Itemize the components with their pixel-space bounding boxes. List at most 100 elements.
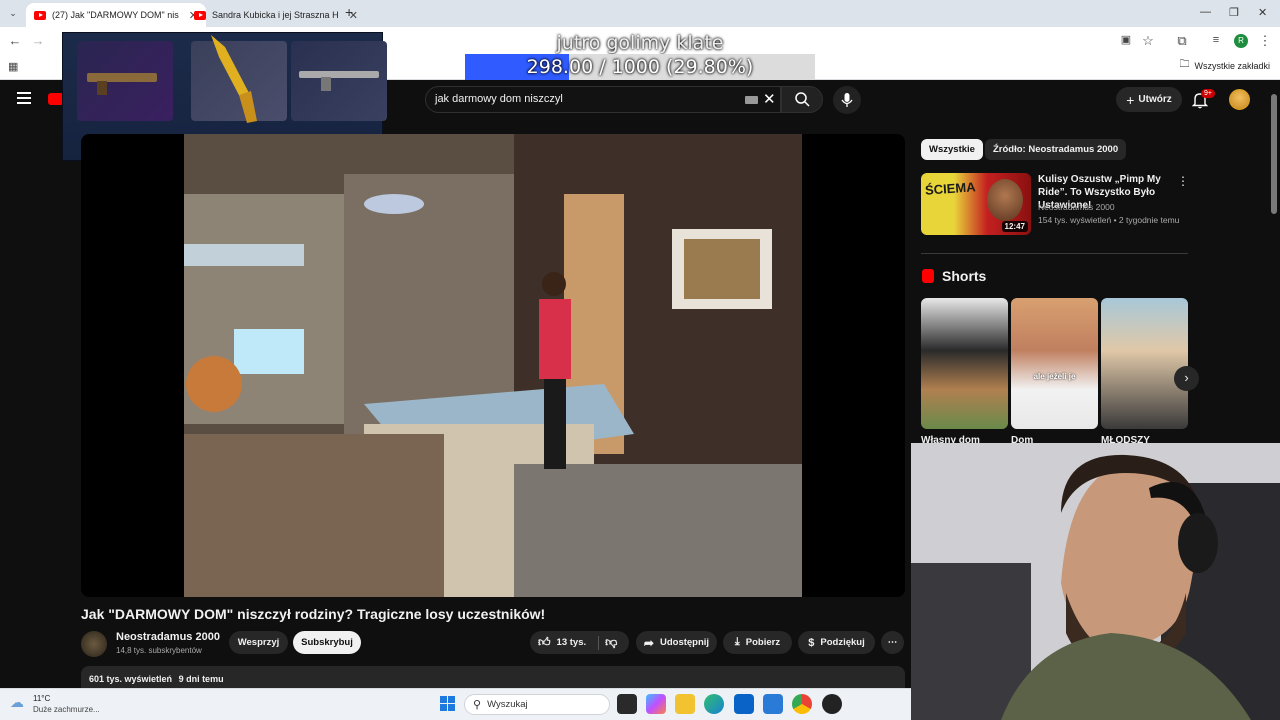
edge-icon[interactable]	[704, 694, 724, 714]
upload-age: 9 dni temu	[178, 674, 224, 684]
view-count: 601 tys. wyświetleń	[89, 674, 173, 684]
short-overlay-text: ale jeżeli je	[1033, 372, 1076, 381]
download-button[interactable]: ⤓ Pobierz	[723, 631, 792, 654]
channel-name[interactable]: Neostradamus 2000	[116, 631, 220, 643]
restore-icon[interactable]: ❐	[1229, 6, 1239, 19]
chrome-icon[interactable]	[792, 694, 812, 714]
subscriber-count: 14,8 tys. subskrybentów	[116, 646, 202, 655]
channel-avatar[interactable]	[81, 631, 107, 657]
recommended-meta: 154 tys. wyświetleń • 2 tygodnie temu	[1038, 215, 1180, 225]
shorts-next-button[interactable]: ›	[1174, 366, 1199, 391]
media-icon[interactable]: ≡	[1205, 27, 1227, 54]
forward-icon[interactable]: →	[27, 27, 49, 54]
video-player[interactable]	[81, 134, 905, 597]
minimize-icon[interactable]: —	[1200, 6, 1211, 18]
share-button[interactable]: ➦ Udostępnij	[636, 631, 717, 654]
create-button[interactable]: + Utwórz	[1116, 87, 1182, 112]
clear-search-icon[interactable]: ✕	[763, 90, 776, 108]
thumbnail-face	[987, 179, 1023, 221]
thumbnail-text: ŚCIEMA	[924, 179, 977, 198]
tab-inactive[interactable]: Sandra Kubicka i jej Straszna H ✕	[186, 3, 366, 27]
skin-card	[77, 41, 173, 121]
skin-card-knife	[191, 35, 287, 123]
support-button[interactable]: Wesprzyj	[229, 631, 288, 654]
menu-icon[interactable]: ⋮	[1254, 27, 1276, 54]
scrollbar-thumb[interactable]	[1271, 94, 1277, 214]
taskbar-search-placeholder: Wyszukaj	[487, 699, 528, 710]
share-label: Udostępnij	[659, 637, 710, 648]
keyboard-icon[interactable]	[745, 96, 758, 104]
weather-description[interactable]: Duże zachmurze...	[33, 705, 100, 714]
back-icon[interactable]: ←	[4, 27, 26, 54]
extensions-icon[interactable]: ⧉	[1171, 27, 1193, 54]
like-dislike-group: 👍︎ 13 tys. 👎︎	[530, 631, 629, 654]
video-frame	[184, 134, 802, 597]
goal-title: jutro golimy klate	[556, 32, 724, 54]
divider	[921, 253, 1188, 254]
more-options-icon[interactable]: ⋮	[1177, 174, 1189, 188]
chip-source[interactable]: Źródło: Neostradamus 2000	[985, 139, 1127, 160]
voice-search-button[interactable]	[833, 86, 861, 114]
notification-badge: 9+	[1201, 89, 1215, 98]
account-avatar[interactable]	[1229, 89, 1250, 110]
apps-grid-icon[interactable]: ▦	[8, 60, 18, 73]
goal-progress-text: 298.00 / 1000 (29.80%)	[526, 56, 754, 78]
goal-progress-bar: 298.00 / 1000 (29.80%)	[465, 54, 815, 80]
search-input[interactable]: jak darmowy dom niszczyl	[425, 86, 781, 113]
folder-icon: 🗀	[1179, 59, 1190, 70]
share-icon: ➦	[643, 635, 654, 650]
chip-all[interactable]: Wszystkie	[921, 139, 983, 160]
more-actions-icon[interactable]: ⋯	[881, 631, 904, 654]
all-bookmarks-button[interactable]: 🗀 Wszystkie zakładki	[1179, 57, 1270, 74]
download-label: Pobierz	[745, 637, 781, 648]
dislike-icon[interactable]: 👎︎	[605, 635, 617, 650]
download-icon: ⤓	[734, 636, 740, 648]
search-icon	[795, 92, 810, 107]
youtube-favicon-icon	[34, 10, 46, 20]
short-thumbnail[interactable]: ale jeżeli je	[1011, 298, 1098, 429]
mic-icon	[841, 93, 853, 107]
short-thumbnail[interactable]	[921, 298, 1008, 429]
all-bookmarks-label: Wszystkie zakładki	[1194, 60, 1270, 71]
youtube-favicon-icon	[194, 10, 206, 20]
close-window-icon[interactable]: ✕	[1258, 6, 1267, 19]
thanks-label: Podziękuj	[820, 637, 865, 648]
search-icon: ⚲	[473, 699, 482, 711]
tab-active[interactable]: (27) Jak "DARMOWY DOM" nis ✕	[26, 3, 206, 27]
new-tab-button[interactable]: +	[345, 4, 353, 20]
recommended-thumbnail[interactable]: ŚCIEMA 12:47	[921, 173, 1031, 235]
video-title: Jak "DARMOWY DOM" niszczył rodziny? Trag…	[81, 606, 546, 622]
recommended-channel[interactable]: Neostradamus 2000	[1038, 202, 1115, 212]
outlook-icon[interactable]	[734, 694, 754, 714]
shorts-icon	[922, 269, 934, 283]
search-button[interactable]	[781, 86, 823, 113]
thanks-button[interactable]: $ Podziękuj	[798, 631, 875, 654]
start-windows-icon[interactable]	[440, 696, 455, 711]
weather-icon[interactable]: ☁	[10, 694, 24, 711]
tab-list-icon[interactable]: ⌄	[2, 0, 24, 27]
file-explorer-icon[interactable]	[675, 694, 695, 714]
thanks-icon: $	[808, 636, 815, 649]
taskbar-search[interactable]: ⚲ Wyszukaj	[464, 694, 610, 715]
like-icon[interactable]: 👍︎	[538, 635, 551, 650]
video-duration: 12:47	[1001, 221, 1028, 232]
obs-icon[interactable]	[822, 694, 842, 714]
plus-icon: +	[1126, 91, 1135, 108]
browser-tab-bar: ⌄ (27) Jak "DARMOWY DOM" nis ✕ Sandra Ku…	[0, 0, 1280, 27]
weather-temperature[interactable]: 11°C	[33, 694, 50, 703]
store-icon[interactable]	[763, 694, 783, 714]
subscribe-button[interactable]: Subskrybuj	[293, 631, 361, 654]
copilot-icon[interactable]	[646, 694, 666, 714]
skin-card	[291, 41, 387, 121]
task-view-icon[interactable]	[617, 694, 637, 714]
like-count[interactable]: 13 tys.	[557, 637, 587, 648]
shorts-heading: Shorts	[942, 268, 987, 284]
bookmark-star-icon[interactable]: ☆	[1137, 27, 1159, 54]
hamburger-menu-icon[interactable]	[17, 92, 31, 104]
short-thumbnail[interactable]	[1101, 298, 1188, 429]
create-label: Utwórz	[1138, 94, 1172, 105]
profile-avatar[interactable]: R	[1234, 34, 1248, 48]
cast-icon[interactable]: ▣	[1115, 27, 1137, 54]
tab-title: Sandra Kubicka i jej Straszna H	[212, 10, 339, 20]
tab-title: (27) Jak "DARMOWY DOM" nis	[52, 10, 179, 20]
